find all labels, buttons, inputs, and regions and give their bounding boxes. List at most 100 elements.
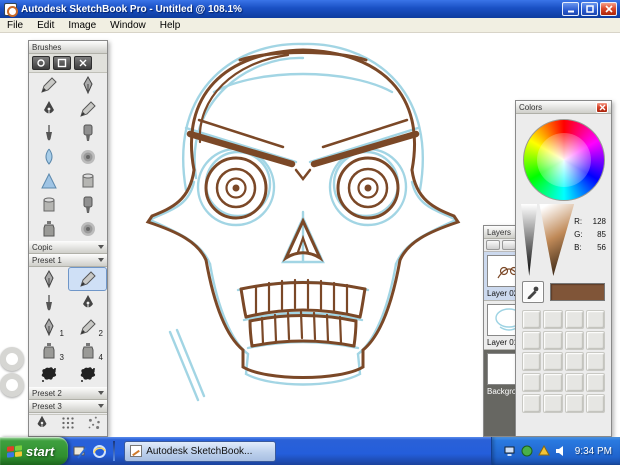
brush-chisel-marker[interactable] [68,193,107,217]
swatch-empty[interactable] [543,394,563,413]
maximize-button[interactable] [581,2,598,16]
close-button[interactable] [600,2,617,16]
brush-close-tab-icon[interactable] [74,56,92,70]
alert-icon[interactable] [537,445,550,457]
task-button-sketchbook[interactable]: Autodesk SketchBook... [124,440,277,462]
section-preset-2[interactable]: Preset 2 [29,387,107,400]
brush-eraser[interactable] [68,169,107,193]
current-color-swatch[interactable] [550,283,605,301]
tray-clock[interactable]: 9:34 PM [575,446,612,457]
window-title: Autodesk SketchBook Pro - Untitled @ 108… [21,3,242,15]
swatch-empty[interactable] [522,373,542,392]
green-label: G: [574,230,583,239]
brush-ballpoint[interactable] [29,97,68,121]
swatch-empty[interactable] [585,352,605,371]
preset-brush-nib[interactable] [68,291,107,315]
color-wheel[interactable] [522,119,605,201]
menu-window[interactable]: Window [103,18,153,32]
swatch-empty[interactable] [543,373,563,392]
windows-flag-icon [7,444,22,458]
brush-set-tab-icon[interactable] [32,56,50,70]
grayscale-triangle[interactable] [521,204,538,276]
swatch-empty[interactable] [564,394,584,413]
title-bar[interactable]: Autodesk SketchBook Pro - Untitled @ 108… [0,0,620,18]
start-button[interactable]: start [0,437,69,465]
brush-stipple-footer[interactable] [85,414,103,437]
brush-paintbrush[interactable] [29,121,68,145]
display-settings-icon[interactable] [504,445,516,457]
section-preset-1-label: Preset 1 [32,255,62,265]
swatch-empty[interactable] [585,373,605,392]
red-label: R: [574,217,583,226]
swatch-empty[interactable] [564,310,584,329]
antivirus-icon[interactable] [521,445,533,457]
swatch-empty[interactable] [522,352,542,371]
swatch-empty[interactable] [543,331,563,350]
brush-grid-tab-icon[interactable] [53,56,71,70]
brush-pen[interactable] [68,73,107,97]
swatch-empty[interactable] [543,352,563,371]
swatch-empty[interactable] [564,331,584,350]
menu-help[interactable]: Help [153,18,188,32]
rgb-readout: R: 128 G: 85 B: 56 [574,204,606,278]
add-layer-button[interactable] [486,240,500,250]
brushes-palette-header[interactable]: Brushes [29,41,107,54]
lagoon-tool-bottom[interactable] [0,373,24,397]
brush-nib-footer[interactable] [33,414,51,437]
preset-brush-3[interactable]: 3 [29,339,68,363]
preset-brush-4[interactable]: 4 [68,339,107,363]
menu-image[interactable]: Image [61,18,103,32]
brush-marker[interactable] [68,121,107,145]
swatch-empty[interactable] [585,310,605,329]
preset-brush-2[interactable]: 2 [68,315,107,339]
brush-airbrush-soft[interactable] [68,217,107,241]
swatch-empty[interactable] [564,352,584,371]
brush-ink-bottle[interactable] [29,217,68,241]
swatch-empty[interactable] [585,394,605,413]
sketchbook-task-icon [130,445,143,457]
lagoon-tool-top[interactable] [0,347,24,371]
brush-pencil-hard[interactable] [29,73,68,97]
section-copic[interactable]: Copic [29,241,107,254]
blue-label: B: [574,243,582,252]
menu-file[interactable]: File [0,18,30,32]
red-value: 128 [592,217,606,226]
preset-brush-pen[interactable] [29,267,68,291]
swatch-empty[interactable] [522,394,542,413]
preset-number-label: 1 [59,329,64,338]
swatch-grid [516,306,611,417]
minimize-button[interactable] [562,2,579,16]
layer-options-button[interactable] [502,240,516,250]
eyedropper-button[interactable] [522,281,544,303]
preset-brush-1[interactable]: 1 [29,315,68,339]
swatch-empty[interactable] [543,310,563,329]
volume-icon[interactable] [555,445,567,457]
brush-watercolor[interactable] [29,145,68,169]
section-copic-label: Copic [32,242,53,252]
colors-palette-header[interactable]: Colors [516,101,611,114]
brush-pencil-soft[interactable] [68,97,107,121]
brush-grid-main [29,73,107,241]
swatch-empty[interactable] [522,310,542,329]
show-desktop-icon[interactable] [73,444,88,459]
section-preset-3[interactable]: Preset 3 [29,400,107,413]
brush-eraser-hard[interactable] [29,193,68,217]
preset-brush-paintbrush[interactable] [29,291,68,315]
taskbar: start Autodesk SketchBook... 9:34 PM [0,437,620,465]
colors-close-button[interactable] [596,101,608,113]
preset-brush-splatter-2[interactable] [68,363,107,387]
swatch-empty[interactable] [585,331,605,350]
saturation-triangle[interactable] [539,204,575,276]
brush-dots-footer[interactable] [59,414,77,437]
menu-edit[interactable]: Edit [30,18,61,32]
preset-brush-pencil-selected[interactable] [68,267,107,291]
swatch-empty[interactable] [564,373,584,392]
brush-cone[interactable] [29,169,68,193]
internet-explorer-icon[interactable] [92,444,107,459]
brush-grid-preset-1: 1 2 3 4 [29,267,107,387]
section-preset-1[interactable]: Preset 1 [29,254,107,267]
brush-airbrush[interactable] [68,145,107,169]
collapse-arrow-icon [98,391,104,395]
swatch-empty[interactable] [522,331,542,350]
preset-brush-splatter[interactable] [29,363,68,387]
